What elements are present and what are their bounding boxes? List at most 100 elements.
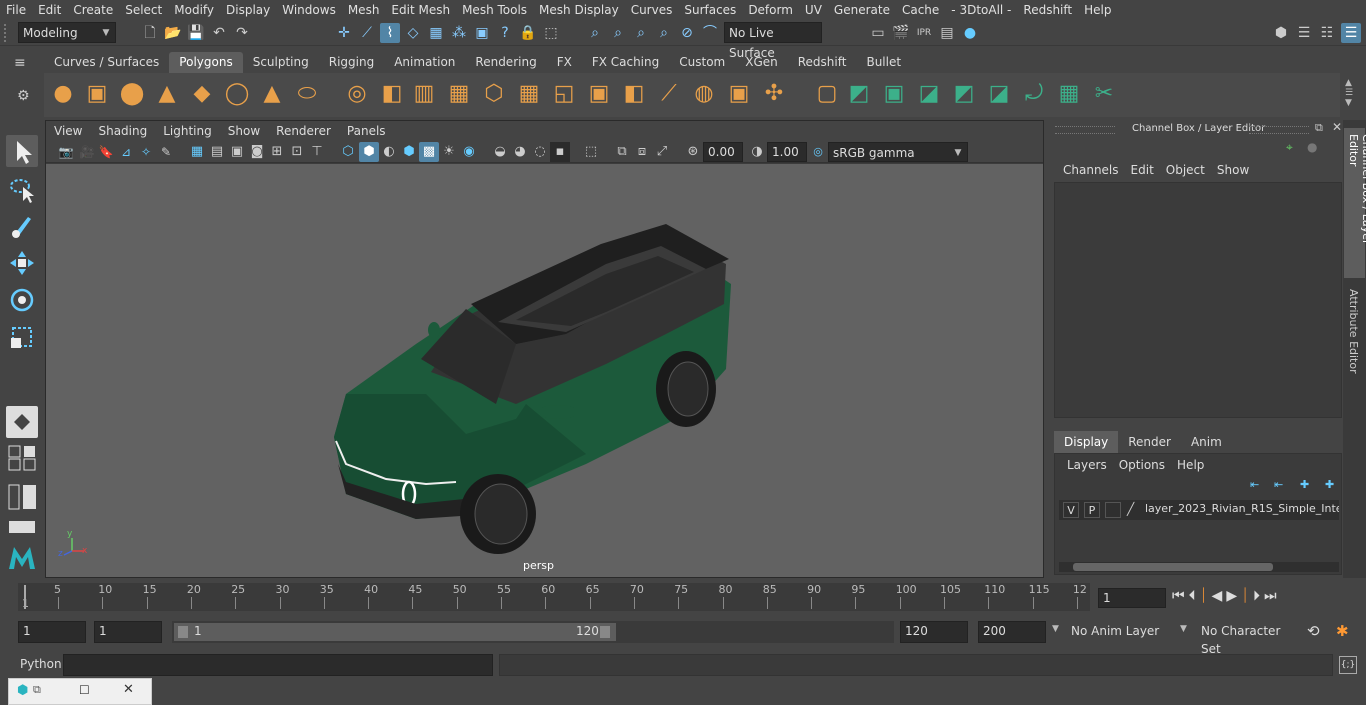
- menu-curves[interactable]: Curves: [625, 0, 679, 20]
- grip-handle[interactable]: [4, 24, 12, 42]
- layout-quad-icon[interactable]: [6, 443, 38, 473]
- menu-windows[interactable]: Windows: [276, 0, 342, 20]
- rotate-tool-icon[interactable]: [6, 284, 38, 316]
- layer-menu-options[interactable]: Options: [1113, 458, 1171, 472]
- textured-icon[interactable]: ⬢: [399, 142, 419, 162]
- current-frame-marker[interactable]: [24, 585, 26, 609]
- anim-prefs-icon[interactable]: ⟲: [1307, 622, 1320, 640]
- color-management-icon[interactable]: ◎: [808, 142, 828, 162]
- tab-animation[interactable]: Animation: [384, 52, 465, 73]
- paint-select-icon[interactable]: [6, 209, 38, 241]
- shadows-icon[interactable]: ☀: [439, 142, 459, 162]
- cmd-center-pivot-icon[interactable]: ✣: [759, 79, 789, 109]
- menu-help[interactable]: Help: [1078, 0, 1117, 20]
- grease-pencil-icon[interactable]: ✎: [156, 142, 176, 162]
- new-layer-icon[interactable]: ✚: [1300, 478, 1309, 491]
- move-layer-up-icon[interactable]: ⇤: [1250, 478, 1259, 491]
- lasso-tool-icon[interactable]: [6, 173, 38, 205]
- workspace-icon[interactable]: ⬢: [1271, 23, 1291, 43]
- make-live-icon[interactable]: ⌕: [585, 23, 605, 43]
- cmd-bridge-icon[interactable]: ▣: [584, 79, 614, 109]
- cmd-mirror-icon[interactable]: ◱: [549, 79, 579, 109]
- menu-select[interactable]: Select: [119, 0, 168, 20]
- safe-title-icon[interactable]: ⊤: [307, 142, 327, 162]
- cb-menu-channels[interactable]: Channels: [1057, 163, 1125, 177]
- range-slider-handle[interactable]: 1 120: [174, 623, 616, 641]
- tab-rendering[interactable]: Rendering: [465, 52, 546, 73]
- cmd-uv-editor-icon[interactable]: ◪: [984, 79, 1014, 109]
- exposure-icon[interactable]: ⊛: [683, 142, 703, 162]
- cmd-target-weld-icon[interactable]: ▣: [724, 79, 754, 109]
- attribute-toggle-icon[interactable]: ☷: [1317, 23, 1337, 43]
- cmd-combine-icon[interactable]: ◎: [342, 79, 372, 109]
- mode-dropdown[interactable]: Modeling ▼: [18, 22, 116, 43]
- image-plane-icon[interactable]: ⊿: [116, 142, 136, 162]
- cmd-reduce-icon[interactable]: ▦: [514, 79, 544, 109]
- vp-menu-panels[interactable]: Panels: [339, 121, 394, 141]
- tab-attribute-editor[interactable]: Attribute Editor: [1344, 285, 1365, 375]
- reflection-icon[interactable]: ⌕: [654, 23, 674, 43]
- render-settings-icon[interactable]: ▤: [937, 23, 957, 43]
- menu-edit[interactable]: Edit: [32, 0, 67, 20]
- symmetry-icon[interactable]: ⌕: [608, 23, 628, 43]
- layer-row[interactable]: V P ╱ layer_2023_Rivian_R1S_Simple_Inter…: [1059, 500, 1339, 520]
- range-start-grip[interactable]: [178, 626, 188, 638]
- frame-view-icon[interactable]: ⤢: [652, 142, 672, 162]
- frame-all-icon[interactable]: ⧉: [612, 142, 632, 162]
- range-end-grip[interactable]: [600, 626, 610, 638]
- scrollbar-thumb[interactable]: [1073, 563, 1273, 571]
- ambient-occlusion-icon[interactable]: ◉: [459, 142, 479, 162]
- tab-xgen[interactable]: XGen: [735, 52, 788, 73]
- cmd-extrude-icon[interactable]: ◧: [619, 79, 649, 109]
- lock-icon[interactable]: 🔒: [518, 23, 538, 43]
- go-to-start-icon[interactable]: ⏮: [1172, 588, 1185, 604]
- minimized-window[interactable]: ⬢ ⧉ ☐ ✕: [8, 678, 152, 705]
- camera-attr-icon[interactable]: 🎥: [77, 142, 97, 162]
- cmd-uv-cylindrical-icon[interactable]: ◩: [949, 79, 979, 109]
- redo-icon[interactable]: ↷: [232, 23, 252, 43]
- cmd-separate-icon[interactable]: ◧: [377, 79, 407, 109]
- cmd-sphere-icon[interactable]: ●: [48, 79, 78, 109]
- vp-menu-lighting[interactable]: Lighting: [155, 121, 220, 141]
- snap-grid-icon[interactable]: ◇: [403, 23, 423, 43]
- chevron-down-icon[interactable]: ▼: [1052, 624, 1059, 634]
- menu-edit-mesh[interactable]: Edit Mesh: [385, 0, 456, 20]
- menu-file[interactable]: File: [0, 0, 32, 20]
- tab-polygons[interactable]: Polygons: [169, 52, 243, 73]
- snap-view-icon[interactable]: ▣: [472, 23, 492, 43]
- smooth-shade-icon[interactable]: ⬢: [359, 142, 379, 162]
- cmd-plane-icon[interactable]: ◆: [187, 79, 217, 109]
- vp-menu-shading[interactable]: Shading: [90, 121, 155, 141]
- layout-outliner-icon[interactable]: [6, 481, 38, 513]
- viewport-canvas[interactable]: y x z persp: [46, 164, 1043, 577]
- cmd-uv-planar-icon[interactable]: ▣: [879, 79, 909, 109]
- cmd-smooth-icon[interactable]: ⬡: [479, 79, 509, 109]
- 2d-pan-icon[interactable]: ✧: [136, 142, 156, 162]
- open-scene-icon[interactable]: 📂: [163, 23, 183, 43]
- move-layer-down-icon[interactable]: ⇤: [1274, 478, 1283, 491]
- tab-fx-caching[interactable]: FX Caching: [582, 52, 669, 73]
- menu-mesh-tools[interactable]: Mesh Tools: [456, 0, 533, 20]
- save-scene-icon[interactable]: 💾: [186, 23, 206, 43]
- scale-tool-icon[interactable]: [6, 321, 38, 353]
- colorspace-dropdown[interactable]: sRGB gamma ▼: [828, 142, 968, 162]
- layer-name[interactable]: layer_2023_Rivian_R1S_Simple_Interior: [1145, 502, 1339, 515]
- go-to-end-icon[interactable]: ⏭: [1264, 588, 1277, 604]
- cmd-freeze-icon[interactable]: ◩: [844, 79, 874, 109]
- command-input[interactable]: [63, 654, 493, 676]
- vp-menu-view[interactable]: View: [46, 121, 90, 141]
- live-surface-field[interactable]: No Live Surface: [724, 22, 822, 60]
- tab-layer-display[interactable]: Display: [1054, 431, 1119, 453]
- cb-menu-object[interactable]: Object: [1160, 163, 1211, 177]
- cmd-pipe-icon[interactable]: ⬭: [292, 79, 322, 109]
- cb-menu-show[interactable]: Show: [1211, 163, 1255, 177]
- step-forward-key-icon[interactable]: ⏐: [1241, 588, 1249, 604]
- select-component-icon[interactable]: ⌇: [380, 23, 400, 43]
- cmd-extract-icon[interactable]: ▥: [409, 79, 439, 109]
- menu-deform[interactable]: Deform: [742, 0, 799, 20]
- play-forward-icon[interactable]: ▶: [1226, 588, 1237, 604]
- cmd-uv-auto-icon[interactable]: ◪: [914, 79, 944, 109]
- vp-menu-show[interactable]: Show: [220, 121, 268, 141]
- start-time-field[interactable]: 1: [18, 621, 86, 643]
- axis-gizmo-icon[interactable]: ⌖: [1286, 140, 1293, 155]
